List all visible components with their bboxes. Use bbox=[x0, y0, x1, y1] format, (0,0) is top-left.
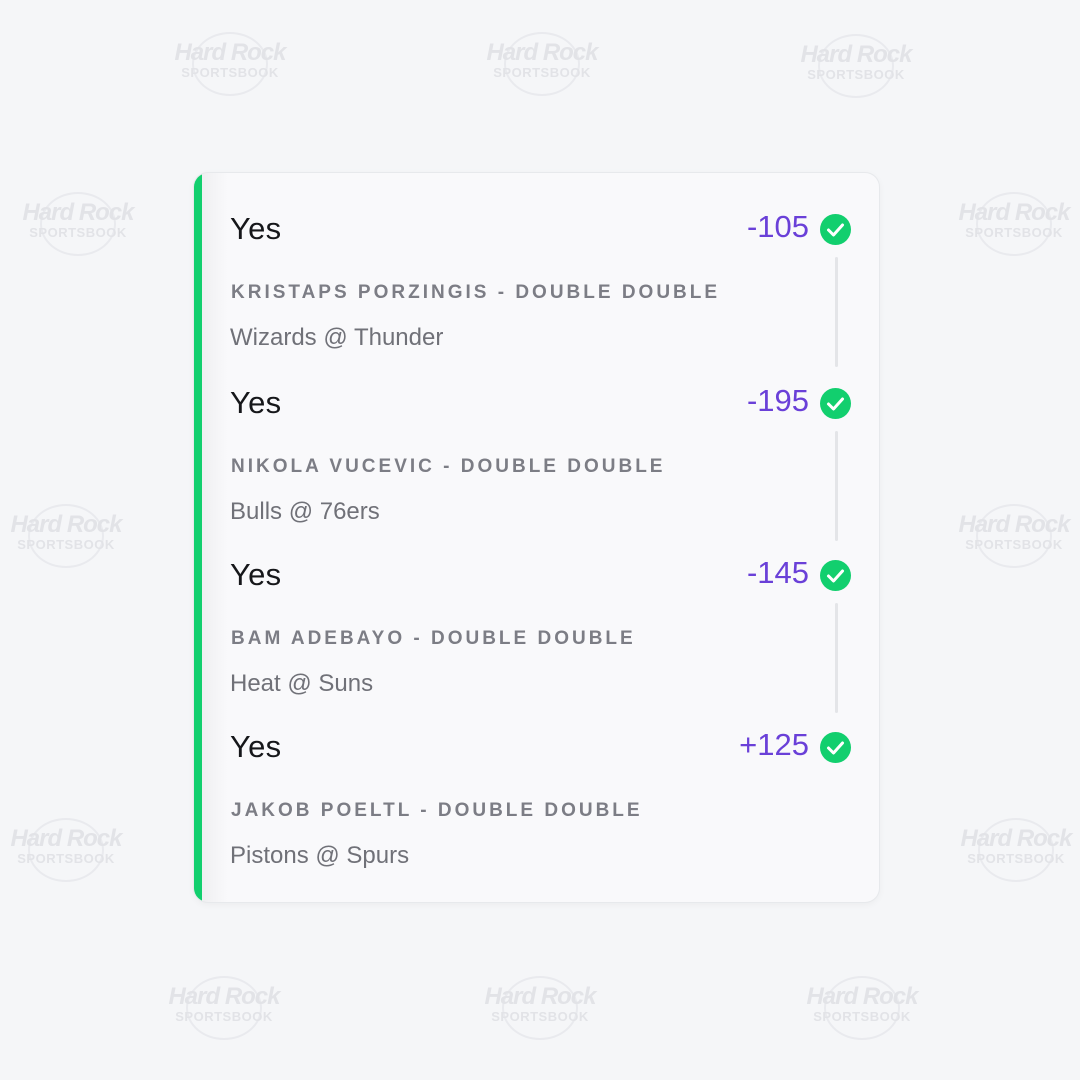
check-circle-icon bbox=[820, 214, 851, 245]
bet-leg: Yes -145 BAM ADEBAYO - DOUBLE DOUBLE Hea… bbox=[230, 525, 851, 697]
watermark-logo: Hard Rock SPORTSBOOK bbox=[18, 190, 138, 260]
leg-selection: Yes bbox=[230, 385, 282, 420]
leg-event: Pistons @ Spurs bbox=[230, 842, 410, 869]
leg-selection: Yes bbox=[230, 729, 282, 764]
leg-odds: -195 bbox=[746, 383, 809, 418]
check-circle-icon bbox=[820, 732, 851, 763]
leg-market: BAM ADEBAYO - DOUBLE DOUBLE bbox=[231, 628, 636, 649]
leg-odds: +125 bbox=[739, 727, 809, 762]
watermark-logo: Hard Rock SPORTSBOOK bbox=[954, 502, 1074, 572]
watermark-logo: Hard Rock SPORTSBOOK bbox=[802, 974, 922, 1044]
leg-market: NIKOLA VUCEVIC - DOUBLE DOUBLE bbox=[231, 456, 666, 477]
leg-odds: -145 bbox=[746, 555, 809, 590]
settled-win-accent-bar bbox=[194, 173, 202, 902]
watermark-logo: Hard Rock SPORTSBOOK bbox=[6, 502, 126, 572]
check-circle-icon bbox=[820, 388, 851, 419]
watermark-logo: Hard Rock SPORTSBOOK bbox=[482, 30, 602, 100]
leg-odds: -105 bbox=[746, 209, 809, 244]
leg-selection: Yes bbox=[230, 557, 282, 592]
leg-event: Wizards @ Thunder bbox=[230, 324, 444, 351]
parlay-bet-card: Yes -105 KRISTAPS PORZINGIS - DOUBLE DOU… bbox=[194, 173, 879, 902]
watermark-logo: Hard Rock SPORTSBOOK bbox=[164, 974, 284, 1044]
leg-market: KRISTAPS PORZINGIS - DOUBLE DOUBLE bbox=[231, 282, 721, 303]
bet-leg: Yes +125 JAKOB POELTL - DOUBLE DOUBLE Pi… bbox=[230, 697, 851, 869]
bet-leg: Yes -195 NIKOLA VUCEVIC - DOUBLE DOUBLE … bbox=[230, 353, 851, 525]
watermark-logo: Hard Rock SPORTSBOOK bbox=[954, 190, 1074, 260]
leg-selection: Yes bbox=[230, 211, 282, 246]
watermark-logo: Hard Rock SPORTSBOOK bbox=[170, 30, 290, 100]
leg-event: Bulls @ 76ers bbox=[230, 498, 380, 525]
check-circle-icon bbox=[820, 560, 851, 591]
leg-event: Heat @ Suns bbox=[230, 670, 374, 697]
bet-leg: Yes -105 KRISTAPS PORZINGIS - DOUBLE DOU… bbox=[230, 179, 851, 351]
watermark-logo: Hard Rock SPORTSBOOK bbox=[6, 816, 126, 886]
watermark-logo: Hard Rock SPORTSBOOK bbox=[480, 974, 600, 1044]
leg-market: JAKOB POELTL - DOUBLE DOUBLE bbox=[231, 800, 643, 821]
watermark-logo: Hard Rock SPORTSBOOK bbox=[956, 816, 1076, 886]
watermark-logo: Hard Rock SPORTSBOOK bbox=[796, 32, 916, 102]
